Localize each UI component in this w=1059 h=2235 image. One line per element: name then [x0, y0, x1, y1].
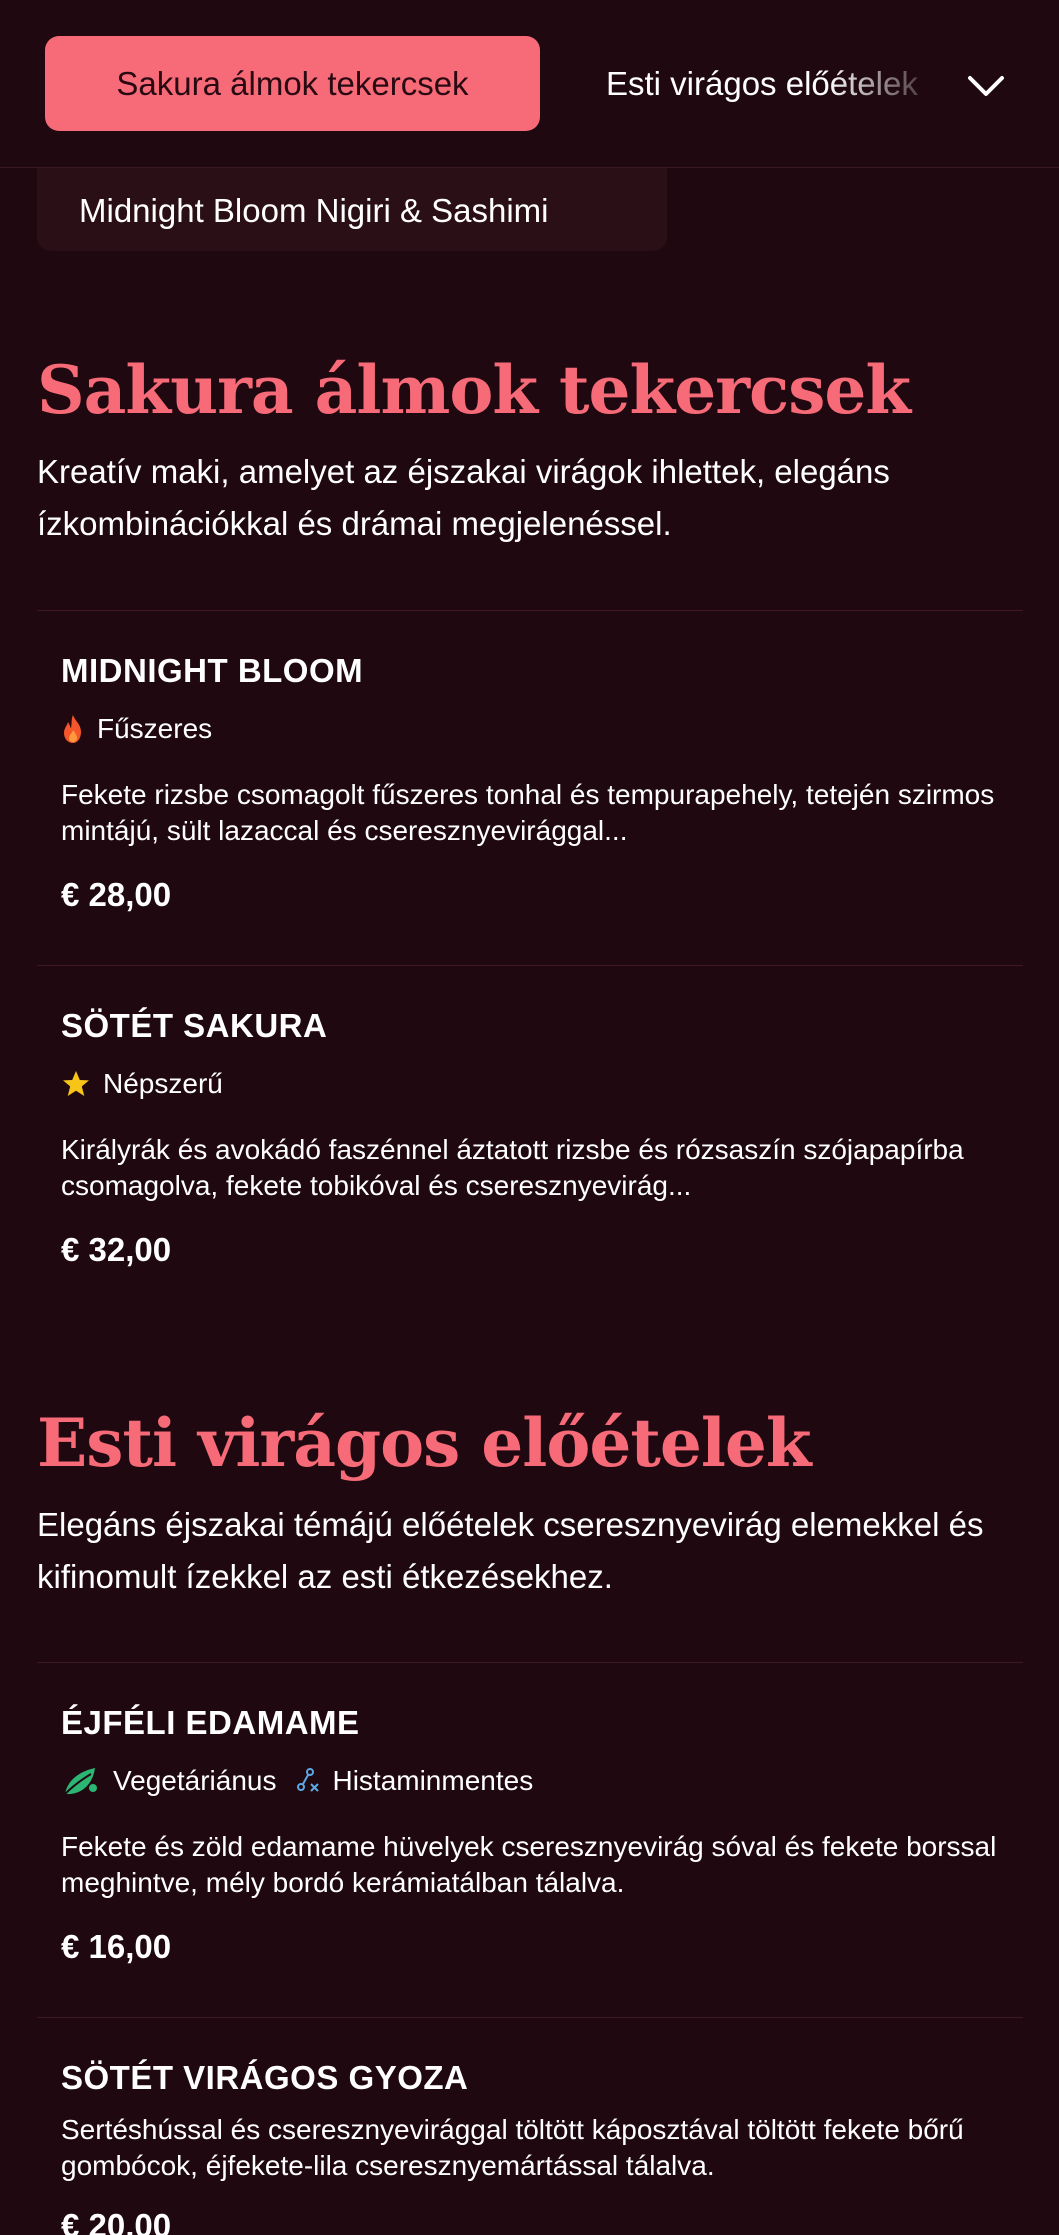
leaf-icon: [64, 1768, 97, 1795]
menu-item[interactable]: SÖTÉT VIRÁGOS GYOZA Sertéshússal és cser…: [37, 2017, 1023, 2235]
category-nav: Sakura álmok tekercsek Esti virágos előé…: [0, 0, 1059, 168]
item-description: Fekete rizsbe csomagolt fűszeres tonhal …: [61, 779, 995, 846]
item-price: € 32,00: [61, 1231, 172, 1268]
item-name: SÖTÉT VIRÁGOS GYOZA: [61, 2059, 469, 2096]
section-title: Esti virágos előételek: [37, 1404, 812, 1482]
tag-popular: Népszerű: [61, 1068, 223, 1100]
item-price: € 16,00: [61, 1928, 172, 1965]
item-description: Királyrák és avokádó faszénnel áztatott …: [61, 1134, 964, 1201]
item-description: Sertéshússal és cseresznyevirággal töltö…: [61, 2114, 964, 2181]
tab-evening-appetizers[interactable]: Esti virágos előételek: [606, 36, 946, 131]
section-title: Sakura álmok tekercsek: [37, 351, 911, 429]
item-tags: Fűszeres: [61, 711, 1023, 747]
tag-label: Histaminmentes: [332, 1765, 534, 1796]
tag-vegetarian: Vegetáriánus: [61, 1764, 276, 1798]
item-price: € 28,00: [61, 876, 172, 913]
item-description: Fekete és zöld edamame hüvelyek csereszn…: [61, 1831, 997, 1898]
menu-section: Esti virágos előételek Elegáns éjszakai …: [37, 1403, 1023, 1603]
menu-section: Sakura álmok tekercsek Kreatív maki, ame…: [37, 350, 1023, 550]
item-name: ÉJFÉLI EDAMAME: [61, 1704, 360, 1741]
chevron-down-icon[interactable]: [960, 60, 1012, 112]
item-name: MIDNIGHT BLOOM: [61, 652, 364, 689]
item-tags: Vegetáriánus Histaminmentes: [61, 1763, 1023, 1799]
item-name: SÖTÉT SAKURA: [61, 1007, 328, 1044]
item-tags: Népszerű: [61, 1066, 1023, 1102]
menu-item[interactable]: MIDNIGHT BLOOM Fűszeres Fekete rizsbe cs…: [37, 610, 1023, 965]
histamine-free-icon: [297, 1768, 320, 1792]
tag-label: Népszerű: [103, 1068, 223, 1099]
menu-item[interactable]: SÖTÉT SAKURA Népszerű Királyrák és avoká…: [37, 965, 1023, 1320]
tag-label: Fűszeres: [97, 713, 213, 744]
tag-label: Vegetáriánus: [113, 1765, 277, 1796]
tag-spicy: Fűszeres: [61, 713, 212, 745]
tab-sakura-rolls[interactable]: Sakura álmok tekercsek: [45, 36, 540, 131]
section-description: Kreatív maki, amelyet az éjszakai virágo…: [37, 453, 890, 542]
star-icon: [63, 1071, 89, 1096]
item-price: € 20,00: [61, 2207, 172, 2235]
flame-icon: [64, 715, 81, 743]
section-description: Elegáns éjszakai témájú előételek cseres…: [37, 1506, 984, 1595]
tag-histamine-free: Histaminmentes: [294, 1765, 533, 1797]
menu-item[interactable]: ÉJFÉLI EDAMAME Vegetáriánus Histaminment…: [37, 1662, 1023, 2017]
